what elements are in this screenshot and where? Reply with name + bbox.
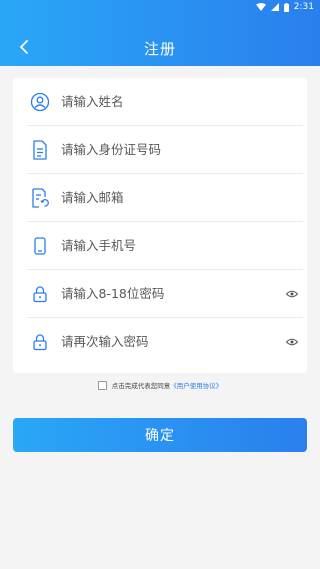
id-number-input[interactable] [61,139,303,160]
register-form-card [13,78,307,373]
confirm-password-input[interactable] [61,331,283,352]
wifi-icon [255,3,266,11]
agreement-line: 点击完成代表您同意 《用户使用协议》 [0,380,320,390]
show-confirm-password-icon[interactable] [283,335,301,349]
password-row[interactable] [27,270,303,318]
lock-icon [29,283,51,305]
id-document-icon [29,139,51,161]
user-agreement-link[interactable]: 《用户使用协议》 [170,380,222,390]
page-title: 注册 [143,40,176,58]
email-input[interactable] [61,187,303,208]
email-row[interactable] [27,174,303,222]
phone-row[interactable] [27,222,303,270]
agreement-checkbox[interactable] [97,380,107,390]
status-time: 2:31 [293,2,314,12]
confirm-button[interactable]: 确定 [13,418,307,452]
lock-icon [29,331,51,353]
confirm-password-row[interactable] [27,318,303,365]
password-input[interactable] [61,283,283,304]
header: 2:31 注册 [0,0,320,66]
id-number-row[interactable] [27,126,303,174]
name-row[interactable] [27,78,303,126]
phone-icon [29,235,51,257]
phone-input[interactable] [61,235,303,256]
signal-icon [270,3,279,11]
agreement-text: 点击完成代表您同意 [111,382,171,390]
user-icon [29,91,51,113]
register-screen: 2:31 注册 请输入姓名 请输入身份证号码 请输入邮箱 请输入手机号 点击完成… [0,0,320,569]
battery-icon [283,2,289,12]
status-bar: 2:31 [255,0,314,14]
email-document-icon [29,187,51,209]
name-input[interactable] [61,91,303,112]
show-password-icon[interactable] [283,287,301,301]
